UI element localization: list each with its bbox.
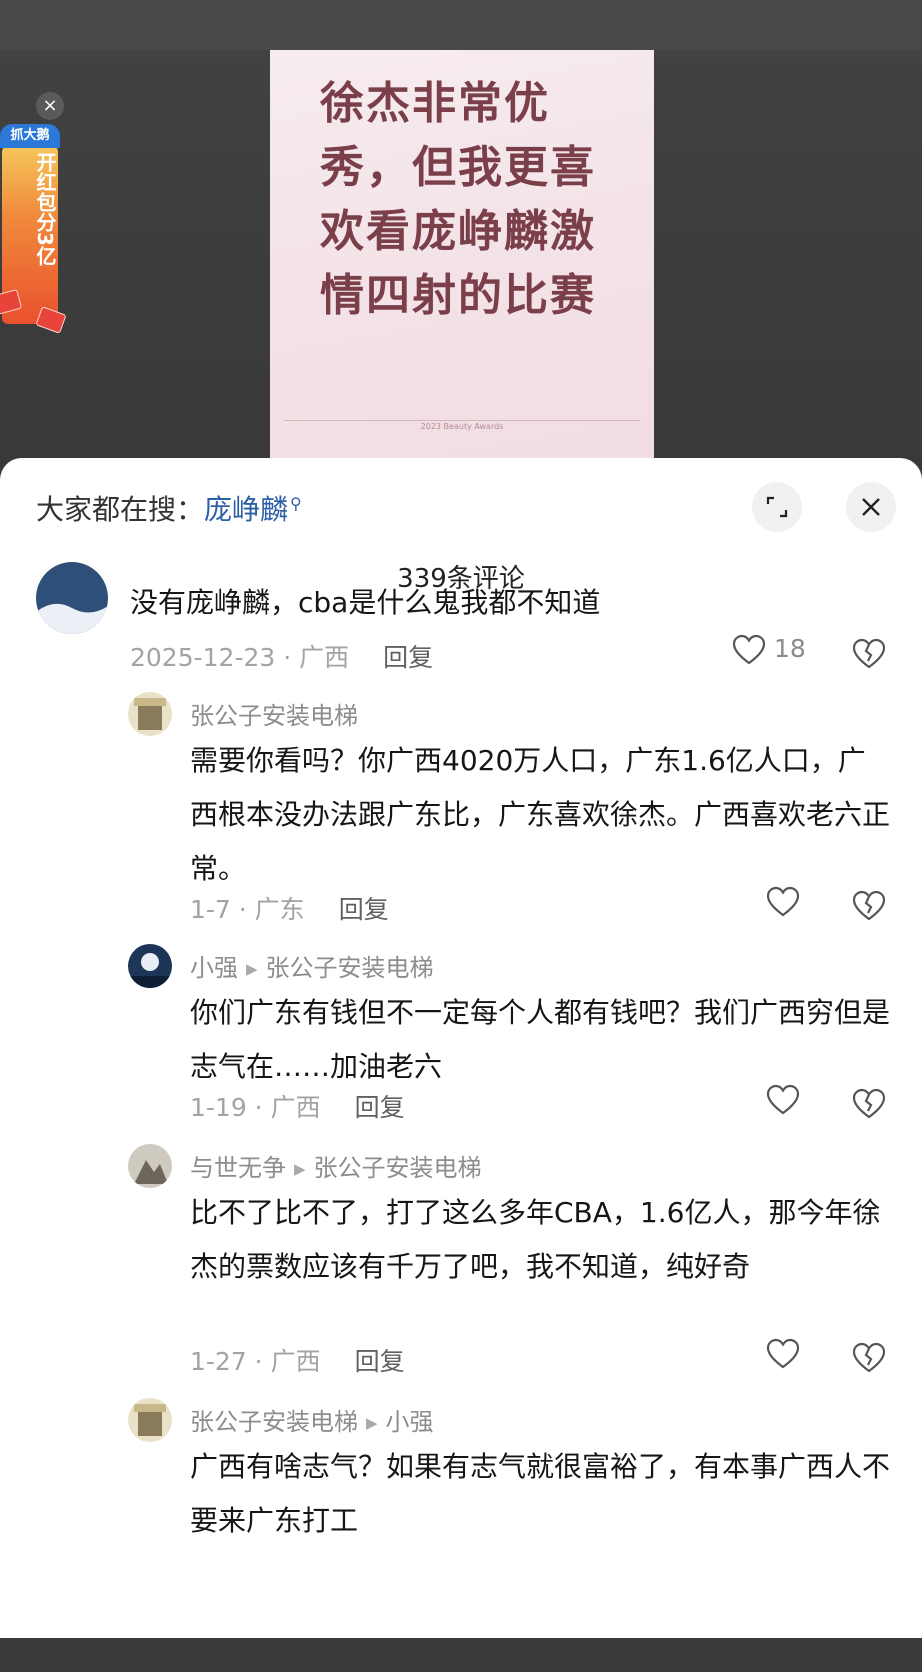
search-suggestion[interactable]: 大家都在搜：庞峥麟 ⚲ xyxy=(36,488,302,528)
broken-heart-icon xyxy=(852,1088,886,1119)
broken-heart-icon xyxy=(852,638,886,669)
close-icon xyxy=(862,498,880,516)
reply-to-name[interactable]: 张公子安装电梯 xyxy=(314,1154,482,1182)
poster-divider xyxy=(284,420,640,421)
heart-icon xyxy=(766,1338,800,1369)
avatar[interactable] xyxy=(128,1144,172,1188)
search-term-link[interactable]: 庞峥麟 xyxy=(204,493,288,526)
commenter-name[interactable]: 小强 ▶ 张公子安装电梯 xyxy=(190,948,434,983)
commenter-name[interactable]: 张公子安装电梯 ▶ 小强 xyxy=(190,1402,434,1437)
avatar[interactable] xyxy=(128,692,172,736)
poster-footer: 2023 Beauty Awards xyxy=(420,422,504,431)
comment-text: 比不了比不了，打了这么多年CBA，1.6亿人，那今年徐杰的票数应该有千万了吧，我… xyxy=(190,1196,881,1283)
dislike-button[interactable] xyxy=(852,1342,886,1378)
reply-to-name[interactable]: 小强 xyxy=(386,1408,434,1436)
promo-text: 开红包分3亿 xyxy=(33,152,57,266)
commenter-name-text: 小强 xyxy=(190,954,238,982)
heart-icon xyxy=(732,634,766,665)
comment-meta: 1-27 · 广西 回复 xyxy=(190,1342,405,1378)
like-count: 18 xyxy=(773,634,806,663)
broken-heart-icon xyxy=(852,890,886,921)
reply-to-name[interactable]: 张公子安装电梯 xyxy=(266,954,434,982)
expand-icon xyxy=(766,496,788,518)
close-button[interactable] xyxy=(846,482,896,532)
comment-date-location: 1-19 · 广西 xyxy=(190,1093,321,1122)
avatar[interactable] xyxy=(36,562,108,634)
comment-meta: 1-19 · 广西 回复 xyxy=(190,1088,405,1124)
comment-date-location: 2025-12-23 · 广西 xyxy=(130,643,350,672)
commenter-name-text: 与世无争 xyxy=(190,1154,286,1182)
poster-image: 徐杰非常优秀，但我更喜欢看庞峥麟激情四射的比赛 2023 Beauty Awar… xyxy=(270,50,654,470)
avatar[interactable] xyxy=(128,1398,172,1442)
like-button[interactable] xyxy=(766,1338,800,1370)
broken-heart-icon xyxy=(852,1342,886,1373)
comment-sheet: 大家都在搜：庞峥麟 ⚲ 339条评论 没有庞峥麟，cba是什么鬼我都不知道 202… xyxy=(0,458,922,1638)
dislike-button[interactable] xyxy=(852,638,886,674)
heart-icon xyxy=(766,886,800,917)
commenter-name[interactable]: 与世无争 ▶ 张公子安装电梯 xyxy=(190,1148,482,1183)
search-label: 大家都在搜： xyxy=(36,493,205,526)
expand-button[interactable] xyxy=(752,482,802,532)
reply-button[interactable]: 回复 xyxy=(383,643,433,672)
avatar[interactable] xyxy=(128,944,172,988)
reply-button[interactable]: 回复 xyxy=(339,895,389,924)
search-icon: ⚲ xyxy=(290,493,302,513)
reply-arrow-icon: ▶ xyxy=(366,1414,378,1432)
comment-meta: 2025-12-23 · 广西 回复 xyxy=(130,638,433,674)
commenter-name-text: 张公子安装电梯 xyxy=(190,1408,358,1436)
dislike-button[interactable] xyxy=(852,890,886,926)
like-button[interactable]: 18 xyxy=(732,634,806,666)
red-envelope-icon xyxy=(35,306,67,334)
video-area[interactable]: 徐杰非常优秀，但我更喜欢看庞峥麟激情四射的比赛 2023 Beauty Awar… xyxy=(0,0,922,470)
comment-meta: 1-7 · 广东 回复 xyxy=(190,890,389,926)
reply-button[interactable]: 回复 xyxy=(355,1347,405,1376)
comment-text: 需要你看吗？你广西4020万人口，广东1.6亿人口，广西根本没办法跟广东比，广东… xyxy=(190,744,891,885)
bottom-bar xyxy=(0,1638,922,1672)
top-bar xyxy=(0,0,922,50)
like-button[interactable] xyxy=(766,886,800,918)
commenter-name[interactable]: 张公子安装电梯 xyxy=(190,696,358,731)
promo-tag: 抓大鹅 xyxy=(0,124,60,148)
reply-arrow-icon: ▶ xyxy=(246,960,258,978)
poster-headline: 徐杰非常优秀，但我更喜欢看庞峥麟激情四射的比赛 xyxy=(320,78,596,321)
reply-button[interactable]: 回复 xyxy=(355,1093,405,1122)
heart-icon xyxy=(766,1084,800,1115)
dislike-button[interactable] xyxy=(852,1088,886,1124)
comment-text: 你们广东有钱但不一定每个人都有钱吧？我们广西穷但是志气在……加油老六 xyxy=(190,996,891,1083)
promo-close-icon[interactable]: × xyxy=(36,92,64,120)
comment-date-location: 1-27 · 广西 xyxy=(190,1347,321,1376)
comment-date-location: 1-7 · 广东 xyxy=(190,895,305,924)
like-button[interactable] xyxy=(766,1084,800,1116)
comment-text: 没有庞峥麟，cba是什么鬼我都不知道 xyxy=(130,586,601,619)
comment-text: 广西有啥志气？如果有志气就很富裕了，有本事广西人不要来广东打工 xyxy=(190,1450,891,1537)
reply-arrow-icon: ▶ xyxy=(294,1160,306,1178)
